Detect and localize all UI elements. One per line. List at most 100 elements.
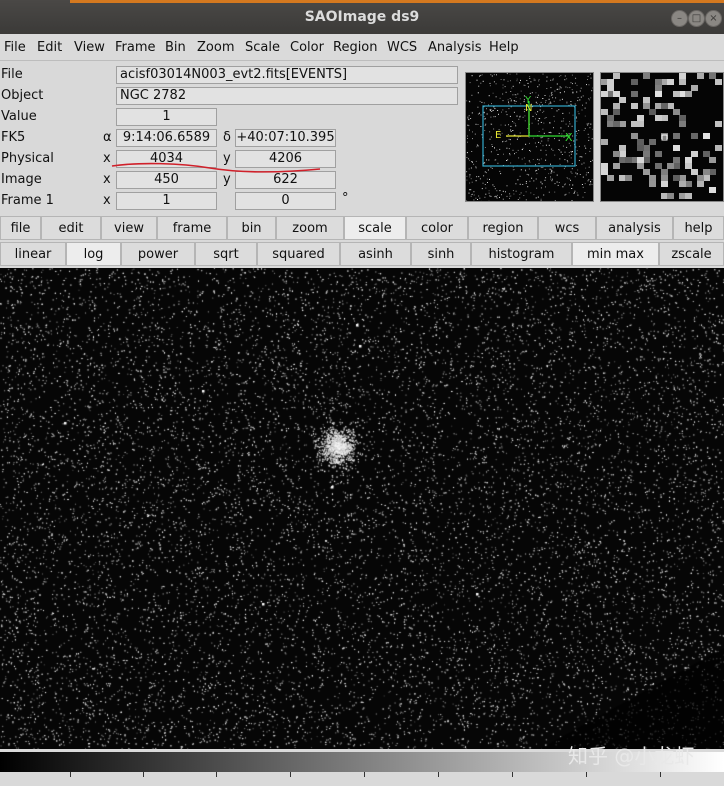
button-color[interactable]: color [406,216,468,240]
button-frame[interactable]: frame [157,216,227,240]
magnifier-pixel [685,193,692,199]
magnifier-pixel [679,79,686,85]
compass-east-label: E [495,130,502,141]
button-linear[interactable]: linear [0,242,66,266]
degree-symbol: ° [342,191,349,206]
magnifier-pixel [613,109,620,115]
magnifier-pixel [637,115,644,121]
value-label: Value [1,109,37,124]
button-view[interactable]: view [101,216,157,240]
file-label: File [1,67,23,82]
delta-label: δ [223,130,231,145]
button-asinh[interactable]: asinh [340,242,411,266]
button-help[interactable]: help [673,216,724,240]
magnifier-pixel [601,91,608,97]
window-close-icon[interactable]: × [705,10,722,27]
magnifier-pixel [655,115,662,121]
magnifier-pixel [691,151,698,157]
magnifier-pixel [649,139,656,145]
button-log[interactable]: log [66,242,121,266]
magnifier-pixel [655,151,662,157]
magnifier-pixel [613,103,620,109]
magnifier-pixel [703,151,710,157]
magnifier-pixel [649,109,656,115]
button-power[interactable]: power [121,242,195,266]
button-min-max[interactable]: min max [572,242,659,266]
menu-file[interactable]: File [4,40,26,55]
button-analysis[interactable]: analysis [596,216,673,240]
magnifier-pixel [619,145,626,151]
magnifier-pixel [601,79,608,85]
magnifier-pixel [673,157,680,163]
button-sqrt[interactable]: sqrt [195,242,257,266]
magnifier-pixel [661,115,668,121]
button-file[interactable]: file [0,216,41,240]
magnifier-pixel [679,175,686,181]
file-value: acisf03014N003_evt2.fits[EVENTS] [116,66,458,84]
window-maximize-icon[interactable]: □ [688,10,705,27]
magnifier-pixel [655,103,662,109]
compass-north-label: N [525,103,533,114]
button-histogram[interactable]: histogram [471,242,572,266]
panner-pixel [480,200,482,201]
magnifier-pixel [709,187,716,193]
button-zscale[interactable]: zscale [659,242,724,266]
button-region[interactable]: region [468,216,538,240]
buttonbar-scale: linear log power sqrt squared asinh sinh… [0,242,724,266]
magnifier-pixel [697,175,704,181]
menu-help[interactable]: Help [489,40,519,55]
magnifier-pixel [685,157,692,163]
magnifier-pixel [673,175,680,181]
menu-view[interactable]: View [74,40,105,55]
colorbar-ticks [0,772,724,786]
menu-analysis[interactable]: Analysis [428,40,482,55]
magnifier-pixel [637,139,644,145]
menu-color[interactable]: Color [290,40,324,55]
fk5-label: FK5 [1,130,26,145]
panner[interactable]: Y N E X [465,72,594,202]
magnifier-pixel [673,109,680,115]
button-zoom[interactable]: zoom [276,216,344,240]
button-squared[interactable]: squared [257,242,340,266]
menu-wcs[interactable]: WCS [387,40,417,55]
magnifier-pixel [619,121,626,127]
button-wcs[interactable]: wcs [538,216,596,240]
button-scale[interactable]: scale [344,216,406,240]
window-title: SAOImage ds9 [304,9,420,25]
magnifier-pixel [601,163,608,169]
image-display[interactable] [0,268,724,749]
button-edit[interactable]: edit [41,216,101,240]
window-minimize-icon[interactable]: – [671,10,688,27]
object-value: NGC 2782 [116,87,458,105]
magnifier-pixel [613,121,620,127]
magnifier-pixel [613,151,620,157]
magnifier-pixel [703,175,710,181]
magnifier-pixel [637,163,644,169]
magnifier-pixel [655,79,662,85]
magnifier-pixel [679,91,686,97]
menu-region[interactable]: Region [333,40,378,55]
title-bar: SAOImage ds9 – □ × [0,0,724,34]
image-label: Image [1,172,42,187]
menu-frame[interactable]: Frame [115,40,156,55]
button-sinh[interactable]: sinh [411,242,471,266]
button-bin[interactable]: bin [227,216,276,240]
magnifier-pixel [685,163,692,169]
magnifier-pixel [691,133,698,139]
magnifier-pixel [685,181,692,187]
magnifier-pixel [661,79,668,85]
buttonbar-main: file edit view frame bin zoom scale colo… [0,216,724,240]
xray-event-image [0,268,724,749]
magnifier-pixel [613,73,620,79]
menu-scale[interactable]: Scale [245,40,280,55]
magnifier-pixel [661,169,668,175]
frame-zoom-value: 1 [116,192,217,210]
frame-angle-value: 0 [235,192,336,210]
menu-edit[interactable]: Edit [37,40,62,55]
magnifier-pixel [667,79,674,85]
magnifier-pixel [631,103,638,109]
menu-bin[interactable]: Bin [165,40,186,55]
magnifier-pixel [691,85,698,91]
magnifier-pixel [619,97,626,103]
menu-zoom[interactable]: Zoom [197,40,234,55]
